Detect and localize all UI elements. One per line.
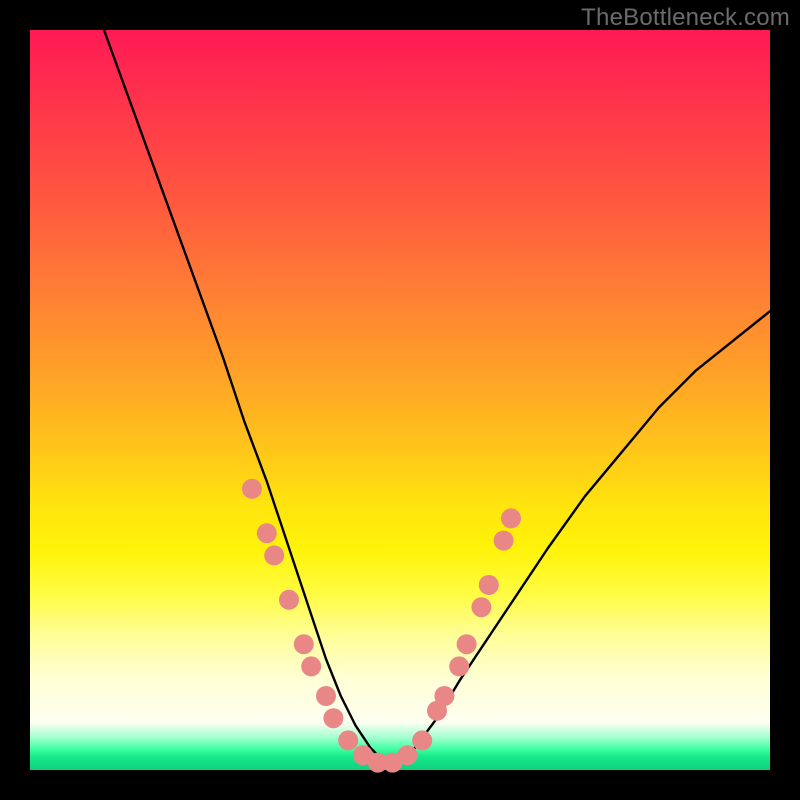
marker-dot: [434, 686, 454, 706]
marker-dot: [279, 590, 299, 610]
marker-dot: [301, 656, 321, 676]
marker-dot: [264, 545, 284, 565]
curve-svg: [30, 30, 770, 770]
watermark-text: TheBottleneck.com: [581, 4, 790, 32]
marker-dot: [323, 708, 343, 728]
marker-dot: [242, 479, 262, 499]
chart-frame: TheBottleneck.com: [0, 0, 800, 800]
marker-dot: [501, 508, 521, 528]
marker-dot: [457, 634, 477, 654]
marker-dot: [471, 597, 491, 617]
marker-dot: [316, 686, 336, 706]
marker-dot: [294, 634, 314, 654]
marker-dot: [257, 523, 277, 543]
marker-dot: [449, 656, 469, 676]
marker-dot: [397, 745, 417, 765]
plot-area: [30, 30, 770, 770]
marker-dot: [412, 730, 432, 750]
marker-dot: [338, 730, 358, 750]
series-line: [104, 30, 770, 763]
marker-dot: [494, 531, 514, 551]
marker-dot: [479, 575, 499, 595]
marker-dots: [242, 479, 521, 773]
